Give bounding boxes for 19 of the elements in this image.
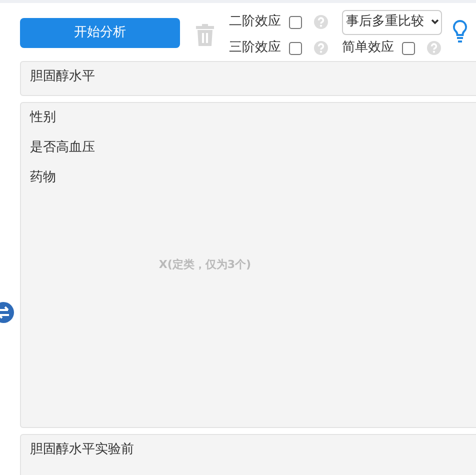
- factor-variable-box[interactable]: 性别 是否高血压 药物 X(定类，仅为3个): [20, 102, 476, 428]
- option-label: 二阶效应: [229, 13, 281, 32]
- option-checkbox[interactable]: [289, 42, 302, 54]
- option-label: 简单效应: [342, 39, 394, 58]
- chevron-down-icon: [431, 19, 439, 25]
- placeholder-text: X(定类，仅为3个): [158, 256, 252, 273]
- variable-item[interactable]: 是否高血压: [30, 140, 476, 156]
- variable-item[interactable]: 药物: [30, 170, 476, 186]
- post-hoc-select[interactable]: 事后多重比较: [342, 10, 442, 34]
- covariate-variable-box[interactable]: 胆固醇水平实验前: [20, 434, 476, 475]
- variable-item[interactable]: 性别: [30, 110, 476, 126]
- option-checkbox[interactable]: [402, 42, 415, 54]
- start-analysis-button[interactable]: 开始分析: [20, 18, 180, 48]
- option-checkbox[interactable]: [289, 16, 302, 28]
- option-label: 三阶效应: [229, 39, 281, 58]
- lightbulb-icon[interactable]: [452, 19, 468, 45]
- dependent-variable-box[interactable]: 胆固醇水平: [20, 61, 476, 96]
- variable-item[interactable]: 胆固醇水平实验前: [30, 442, 476, 458]
- variable-item[interactable]: 胆固醇水平: [30, 69, 476, 85]
